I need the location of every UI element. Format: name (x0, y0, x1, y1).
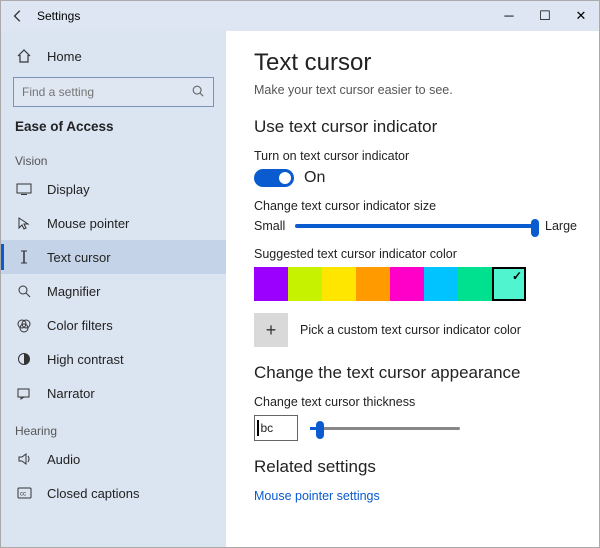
color-swatches (254, 267, 577, 301)
search-icon (191, 84, 205, 101)
color-swatch[interactable] (492, 267, 526, 301)
size-slider[interactable] (295, 224, 535, 228)
sidebar-item-display[interactable]: Display (1, 172, 226, 206)
toggle-state: On (304, 169, 325, 187)
custom-color-label: Pick a custom text cursor indicator colo… (300, 323, 521, 337)
color-filters-icon (15, 318, 33, 333)
sidebar-item-magnifier[interactable]: Magnifier (1, 274, 226, 308)
indicator-toggle[interactable]: On (254, 169, 577, 187)
sidebar-item-label: Display (47, 182, 90, 197)
section-appearance: Change the text cursor appearance (254, 363, 577, 383)
size-label: Change text cursor indicator size (254, 199, 577, 213)
magnifier-icon (15, 284, 33, 299)
thickness-row: bc (254, 415, 577, 441)
display-icon (15, 183, 33, 195)
plus-icon: + (254, 313, 288, 347)
sidebar-item-narrator[interactable]: Narrator (1, 376, 226, 410)
thickness-sample: bc (261, 421, 274, 435)
sidebar-item-closed-captions[interactable]: cc Closed captions (1, 476, 226, 510)
slider-thumb[interactable] (316, 421, 324, 439)
section-indicator: Use text cursor indicator (254, 117, 577, 137)
sidebar-item-label: Audio (47, 452, 80, 467)
sidebar-item-label: Mouse pointer (47, 216, 129, 231)
sidebar-item-label: Narrator (47, 386, 95, 401)
text-cursor-icon (15, 249, 33, 265)
narrator-icon (15, 387, 33, 400)
titlebar: Settings ─ ☐ ✕ (1, 1, 599, 31)
color-swatch[interactable] (356, 267, 390, 301)
page-title: Text cursor (254, 49, 577, 77)
audio-icon (15, 452, 33, 466)
color-swatch[interactable] (322, 267, 356, 301)
sidebar-home-label: Home (47, 49, 82, 64)
maximize-button[interactable]: ☐ (527, 1, 563, 31)
color-swatch[interactable] (424, 267, 458, 301)
svg-text:cc: cc (20, 492, 26, 498)
size-small-label: Small (254, 219, 285, 233)
group-vision: Vision (1, 140, 226, 172)
link-mouse-pointer-settings[interactable]: Mouse pointer settings (254, 489, 577, 503)
thickness-label: Change text cursor thickness (254, 395, 577, 409)
color-swatch[interactable] (288, 267, 322, 301)
close-button[interactable]: ✕ (563, 1, 599, 31)
group-hearing: Hearing (1, 410, 226, 442)
color-swatch[interactable] (390, 267, 424, 301)
sidebar-item-color-filters[interactable]: Color filters (1, 308, 226, 342)
toggle-knob (279, 172, 291, 184)
high-contrast-icon (15, 352, 33, 366)
sidebar-item-audio[interactable]: Audio (1, 442, 226, 476)
custom-color-row[interactable]: + Pick a custom text cursor indicator co… (254, 313, 577, 347)
thickness-preview: bc (254, 415, 298, 441)
sidebar-item-label: Color filters (47, 318, 113, 333)
color-swatch[interactable] (254, 267, 288, 301)
breadcrumb: Ease of Access (1, 115, 226, 140)
sidebar-item-mouse-pointer[interactable]: Mouse pointer (1, 206, 226, 240)
closed-captions-icon: cc (15, 487, 33, 499)
sidebar-item-label: Magnifier (47, 284, 100, 299)
search-box[interactable] (13, 77, 214, 107)
home-icon (15, 48, 33, 64)
sidebar-item-label: Text cursor (47, 250, 111, 265)
size-large-label: Large (545, 219, 577, 233)
mouse-pointer-icon (15, 216, 33, 230)
color-swatch[interactable] (458, 267, 492, 301)
main-content: Text cursor Make your text cursor easier… (226, 31, 599, 547)
window-title: Settings (35, 9, 80, 23)
search-input[interactable] (22, 85, 182, 99)
sidebar-item-label: High contrast (47, 352, 124, 367)
sidebar-item-text-cursor[interactable]: Text cursor (1, 240, 226, 274)
color-label: Suggested text cursor indicator color (254, 247, 577, 261)
back-button[interactable] (1, 9, 35, 23)
size-slider-row: Small Large (254, 219, 577, 233)
section-related: Related settings (254, 457, 577, 477)
sidebar: Home Ease of Access Vision Display Mouse… (1, 31, 226, 547)
settings-window: Settings ─ ☐ ✕ Home Ease of Access Visio… (0, 0, 600, 548)
toggle-track (254, 169, 294, 187)
window-body: Home Ease of Access Vision Display Mouse… (1, 31, 599, 547)
toggle-label: Turn on text cursor indicator (254, 149, 577, 163)
sidebar-item-high-contrast[interactable]: High contrast (1, 342, 226, 376)
minimize-button[interactable]: ─ (491, 1, 527, 31)
slider-thumb[interactable] (531, 219, 539, 237)
page-subtitle: Make your text cursor easier to see. (254, 83, 577, 97)
thickness-slider[interactable] (310, 427, 460, 430)
sidebar-home[interactable]: Home (1, 39, 226, 73)
sidebar-item-label: Closed captions (47, 486, 140, 501)
